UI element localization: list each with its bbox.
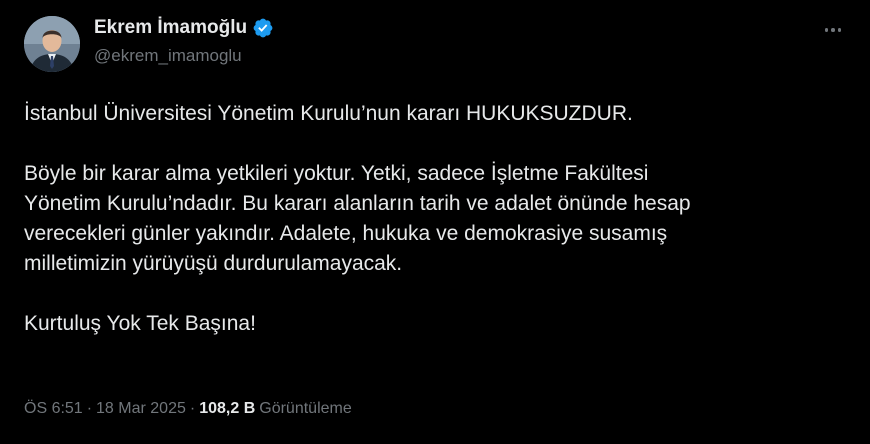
post-metadata: ÖS 6:51 · 18 Mar 2025 · 108,2 B Görüntül… <box>24 400 352 418</box>
more-options-icon[interactable] <box>820 20 846 40</box>
post-line: İstanbul Üniversitesi Yönetim Kurulu’nun… <box>24 102 633 125</box>
tweet-card: Ekrem İmamoğlu @ekrem_imamoglu İstanbul … <box>0 0 870 444</box>
post-paragraph: Kurtuluş Yok Tek Başına! <box>24 309 824 339</box>
post-line: milletimizin yürüyüşü durdurulamayacak. <box>24 252 403 275</box>
author-name-row: Ekrem İmamoğlu <box>94 15 274 41</box>
views-label: Görüntüleme <box>259 400 352 417</box>
verified-badge-icon[interactable] <box>252 17 274 39</box>
post-line: Böyle bir karar alma yetkileri yoktur. Y… <box>24 162 649 185</box>
post-time[interactable]: ÖS 6:51 <box>24 400 83 418</box>
post-line: Kurtuluş Yok Tek Başına! <box>24 312 256 335</box>
post-line: Yönetim Kurulu’ndadır. Bu kararı alanlar… <box>24 192 691 215</box>
author-display-name[interactable]: Ekrem İmamoğlu <box>94 17 247 39</box>
post-date[interactable]: 18 Mar 2025 <box>96 400 186 418</box>
avatar[interactable] <box>24 16 80 72</box>
views-count[interactable]: 108,2 B <box>199 400 255 418</box>
post-paragraph: Böyle bir karar alma yetkileri yoktur. Y… <box>24 159 824 279</box>
avatar-image <box>24 16 80 72</box>
meta-separator: · <box>86 400 93 417</box>
author-handle[interactable]: @ekrem_imamoglu <box>94 46 242 66</box>
post-paragraph: İstanbul Üniversitesi Yönetim Kurulu’nun… <box>24 99 824 129</box>
meta-separator: · <box>189 400 196 417</box>
post-line: verecekleri günler yakındır. Adalete, hu… <box>24 222 668 245</box>
post-text: İstanbul Üniversitesi Yönetim Kurulu’nun… <box>24 99 824 339</box>
